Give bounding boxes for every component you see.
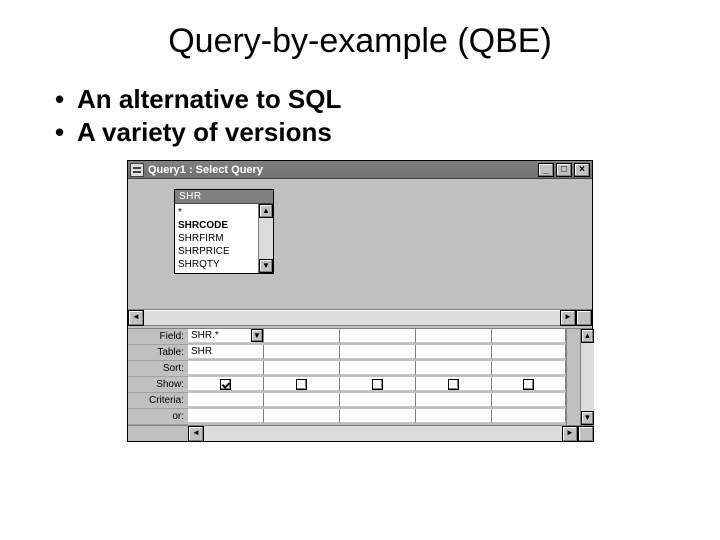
row-label-sort: Sort: — [128, 361, 188, 377]
scroll-corner — [576, 310, 592, 326]
show-checkbox[interactable] — [296, 379, 307, 390]
grid-cell-show[interactable] — [188, 377, 264, 391]
row-label-or: or: — [128, 409, 188, 425]
grid-cell-text: SHR.* — [191, 330, 219, 341]
grid-vertical-scrollbar[interactable] — [580, 329, 594, 425]
grid-right-gutter — [566, 329, 580, 425]
scroll-track[interactable] — [204, 426, 562, 441]
bullet-dot-icon: • — [55, 116, 77, 149]
scroll-track[interactable] — [581, 343, 594, 411]
bullet-dot-icon: • — [55, 83, 77, 116]
scroll-down-button[interactable] — [259, 259, 273, 273]
source-table-title[interactable]: SHR — [175, 190, 273, 204]
scroll-track[interactable] — [259, 218, 273, 259]
slide: Query-by-example (QBE) • An alternative … — [0, 0, 720, 540]
scroll-left-button[interactable] — [188, 426, 204, 442]
window-icon — [130, 163, 144, 177]
qbe-window: Query1 : Select Query _ □ × SHR * SHRCOD… — [127, 160, 593, 442]
bullet-item: • An alternative to SQL — [55, 83, 720, 116]
query-design-grid[interactable]: Field: SHR.* Table: SHR — [128, 329, 592, 441]
grid-cell-table[interactable]: SHR — [188, 345, 264, 359]
grid-cell-criteria[interactable] — [264, 393, 340, 407]
source-field-item[interactable]: SHRCODE — [178, 219, 255, 232]
source-table-box[interactable]: SHR * SHRCODE SHRFIRM SHRPRICE SHRQTY — [174, 189, 274, 274]
grid-cell-table[interactable] — [264, 345, 340, 359]
scroll-track[interactable] — [144, 310, 560, 326]
source-field-item[interactable]: SHRQTY — [178, 258, 255, 271]
grid-cell-field[interactable] — [264, 329, 340, 343]
show-checkbox[interactable] — [448, 379, 459, 390]
grid-cell-or[interactable] — [264, 409, 340, 423]
grid-cell-or[interactable] — [416, 409, 492, 423]
grid-cell-show[interactable] — [416, 377, 492, 391]
row-label-table: Table: — [128, 345, 188, 361]
show-checkbox[interactable] — [372, 379, 383, 390]
grid-cell-field[interactable] — [340, 329, 416, 343]
window-titlebar[interactable]: Query1 : Select Query _ □ × — [128, 161, 592, 179]
grid-cell-or[interactable] — [188, 409, 264, 423]
source-field-item[interactable]: SHRPRICE — [178, 245, 255, 258]
grid-cell-field[interactable]: SHR.* — [188, 329, 264, 343]
scroll-up-button[interactable] — [581, 329, 594, 343]
scroll-spacer — [128, 426, 188, 441]
scroll-up-button[interactable] — [259, 204, 273, 218]
source-field-list[interactable]: * SHRCODE SHRFIRM SHRPRICE SHRQTY — [175, 204, 258, 273]
grid-cell-sort[interactable] — [188, 361, 264, 375]
source-field-item[interactable]: SHRFIRM — [178, 232, 255, 245]
scroll-right-button[interactable] — [562, 426, 578, 442]
scroll-left-button[interactable] — [128, 310, 144, 326]
row-label-show: Show: — [128, 377, 188, 393]
scroll-down-button[interactable] — [581, 411, 594, 425]
bullet-text: An alternative to SQL — [77, 83, 341, 116]
scroll-corner — [578, 426, 594, 442]
window-title: Query1 : Select Query — [148, 164, 538, 176]
close-button[interactable]: × — [574, 163, 590, 177]
upper-horizontal-scrollbar[interactable] — [128, 309, 592, 325]
row-label-field: Field: — [128, 329, 188, 345]
grid-cell-field[interactable] — [492, 329, 566, 343]
grid-cell-sort[interactable] — [416, 361, 492, 375]
maximize-button[interactable]: □ — [556, 163, 572, 177]
scroll-right-button[interactable] — [560, 310, 576, 326]
grid-cell-table[interactable] — [340, 345, 416, 359]
bullet-item: • A variety of versions — [55, 116, 720, 149]
grid-cell-criteria[interactable] — [492, 393, 566, 407]
grid-cell-criteria[interactable] — [188, 393, 264, 407]
show-checkbox[interactable] — [220, 379, 231, 390]
grid-horizontal-scrollbar[interactable] — [128, 425, 594, 441]
query-design-upper-pane[interactable]: SHR * SHRCODE SHRFIRM SHRPRICE SHRQTY — [128, 179, 592, 325]
grid-cell-field[interactable] — [416, 329, 492, 343]
grid-cell-show[interactable] — [264, 377, 340, 391]
grid-cell-table[interactable] — [492, 345, 566, 359]
dropdown-icon[interactable] — [251, 329, 263, 342]
show-checkbox[interactable] — [523, 379, 534, 390]
row-label-criteria: Criteria: — [128, 393, 188, 409]
bullet-text: A variety of versions — [77, 116, 332, 149]
grid-cell-sort[interactable] — [492, 361, 566, 375]
bullet-list: • An alternative to SQL • A variety of v… — [0, 83, 720, 148]
source-field-item[interactable]: * — [178, 206, 255, 219]
grid-cell-show[interactable] — [340, 377, 416, 391]
grid-cell-criteria[interactable] — [340, 393, 416, 407]
minimize-button[interactable]: _ — [538, 163, 554, 177]
grid-cell-show[interactable] — [492, 377, 566, 391]
grid-cell-or[interactable] — [492, 409, 566, 423]
grid-cell-criteria[interactable] — [416, 393, 492, 407]
grid-cell-table[interactable] — [416, 345, 492, 359]
source-scrollbar[interactable] — [258, 204, 273, 273]
grid-cell-or[interactable] — [340, 409, 416, 423]
grid-cell-sort[interactable] — [340, 361, 416, 375]
grid-cell-text: SHR — [191, 346, 212, 357]
slide-title: Query-by-example (QBE) — [0, 0, 720, 83]
grid-cell-sort[interactable] — [264, 361, 340, 375]
